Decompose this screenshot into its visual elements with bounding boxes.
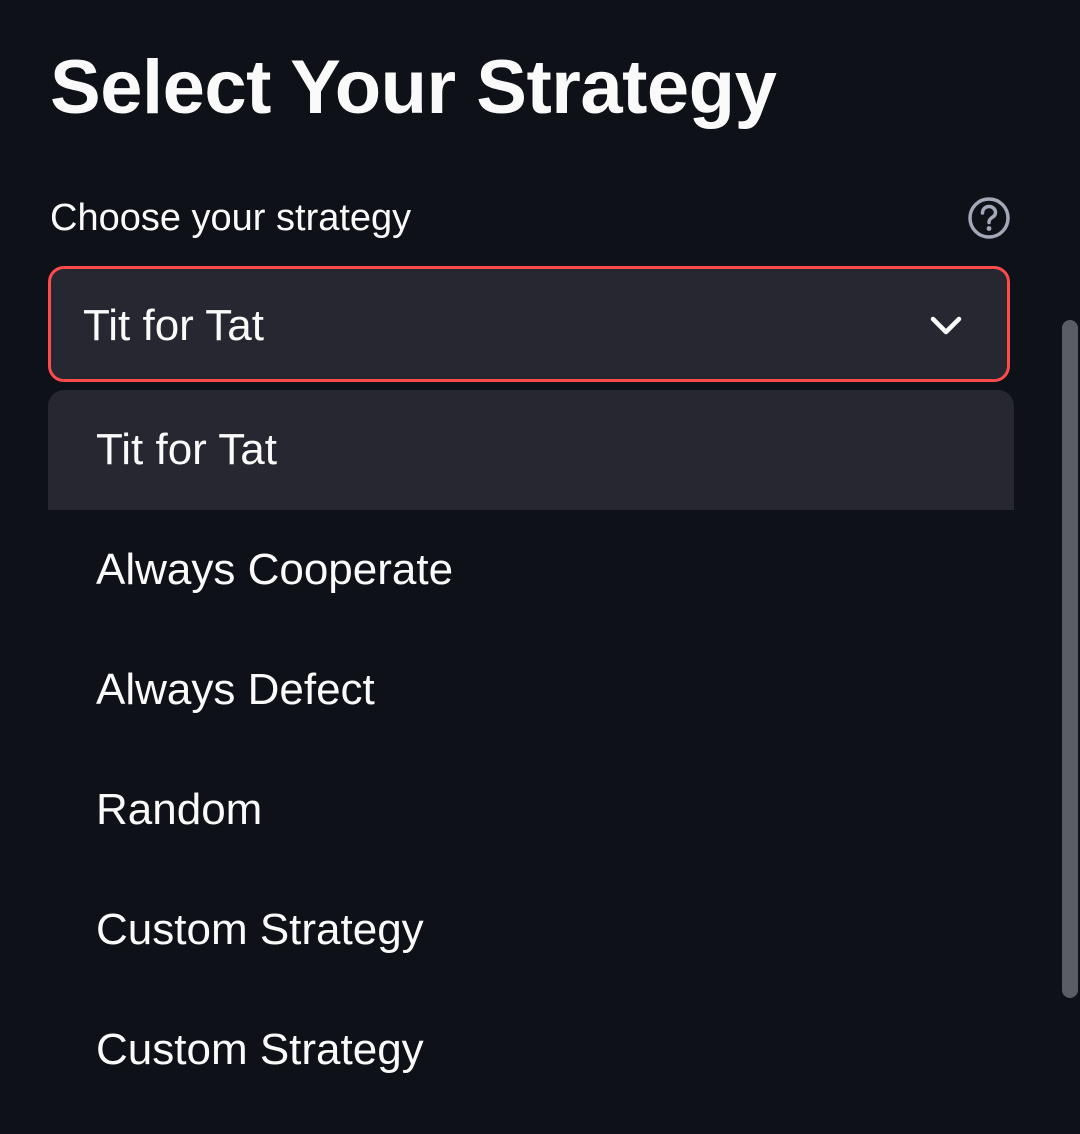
strategy-select[interactable]: Tit for Tat — [48, 266, 1010, 382]
dropdown-option-always-cooperate[interactable]: Always Cooperate — [48, 510, 1014, 630]
dropdown-option-custom-strategy[interactable]: Custom Strategy — [48, 870, 1014, 990]
dropdown-option-custom-strategy-2[interactable]: Custom Strategy — [48, 990, 1014, 1110]
question-circle-icon[interactable] — [966, 195, 1012, 241]
strategy-select-label: Choose your strategy — [50, 197, 412, 239]
strategy-dropdown-menu: Tit for Tat Always Cooperate Always Defe… — [48, 390, 1014, 1120]
page-scrollbar[interactable] — [1060, 320, 1080, 1000]
dropdown-option-random[interactable]: Random — [48, 750, 1014, 870]
page-title: Select Your Strategy — [50, 45, 777, 130]
dropdown-option-always-defect[interactable]: Always Defect — [48, 630, 1014, 750]
scrollbar-thumb[interactable] — [1062, 320, 1078, 998]
chevron-down-icon[interactable] — [929, 311, 963, 339]
dropdown-option-tit-for-tat[interactable]: Tit for Tat — [48, 390, 1014, 510]
strategy-select-value: Tit for Tat — [83, 301, 264, 350]
